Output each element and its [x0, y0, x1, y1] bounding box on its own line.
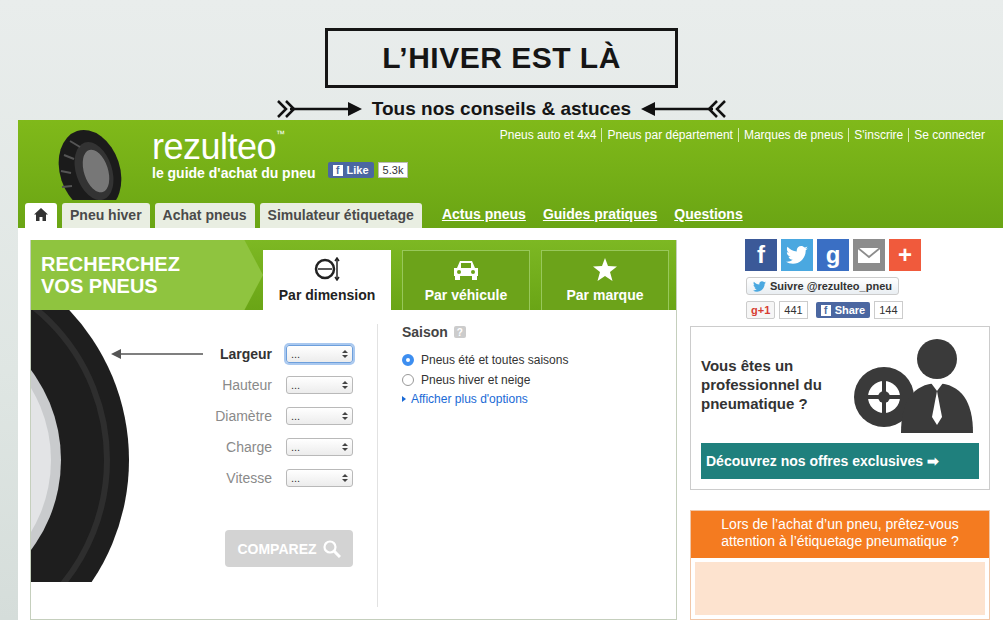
pro-text: Vous êtes un professionnel du pneumatiqu…: [701, 356, 841, 413]
field-select[interactable]: ...: [286, 376, 353, 394]
banner-subtitle: Tous nos conseils & astuces: [372, 98, 631, 120]
help-icon[interactable]: ?: [454, 326, 466, 338]
gplus-count: 441: [779, 301, 807, 319]
share-count: 144: [874, 301, 902, 319]
plus-icon[interactable]: +: [889, 239, 921, 271]
winter-banner[interactable]: L’HIVER EST LÀ Tous nos conseils & astuc…: [0, 0, 1003, 120]
share-button[interactable]: fShare: [816, 302, 871, 318]
label-promo-box[interactable]: Lors de l’achat d’un pneu, prêtez-vous a…: [690, 510, 990, 620]
brand[interactable]: rezulteo™ le guide d'achat du pneu fLike…: [152, 127, 408, 182]
radio-button[interactable]: [402, 354, 414, 366]
tire-search-panel: RECHERCHEZVOS PNEUS Par dimension Par vé…: [30, 240, 677, 620]
site-header: rezulteo™ le guide d'achat du pneu fLike…: [18, 120, 1003, 228]
offers-button[interactable]: Découvrez nos offres exclusives➡: [701, 443, 979, 479]
compare-button[interactable]: COMPAREZ: [225, 530, 353, 567]
page: L’HIVER EST LÀ Tous nos conseils & astuc…: [0, 0, 1003, 620]
search-icon: [323, 540, 341, 558]
twitter-follow-button[interactable]: Suivre @rezulteo_pneu: [746, 277, 899, 295]
more-options-link[interactable]: Afficher plus d'options: [402, 392, 568, 406]
google-icon[interactable]: g: [817, 239, 849, 271]
radio-button[interactable]: [402, 374, 414, 386]
banner-title: L’HIVER EST LÀ: [382, 41, 621, 75]
nav-tab[interactable]: Simulateur étiquetage: [260, 203, 422, 228]
social-icons: f g +: [690, 239, 990, 271]
field-label: Charge: [206, 439, 272, 455]
tagline: le guide d'achat du pneu: [152, 165, 316, 182]
tire-picture: [31, 310, 206, 582]
gplus-button[interactable]: g+1: [746, 301, 775, 319]
banner-title-box[interactable]: L’HIVER EST LÀ: [325, 28, 678, 88]
field-label: Vitesse: [206, 470, 272, 486]
nav-link[interactable]: Questions: [674, 206, 742, 222]
nav-tab[interactable]: Achat pneus: [155, 203, 255, 228]
left-arrow-icon: [639, 98, 727, 120]
dimension-field: Hauteur ...: [206, 375, 353, 395]
nav-link[interactable]: Guides pratiques: [543, 206, 657, 222]
site: rezulteo™ le guide d'achat du pneu fLike…: [18, 120, 1003, 620]
season-option[interactable]: Pneus été et toutes saisons: [402, 350, 568, 370]
nav-link[interactable]: Actus pneus: [442, 206, 526, 222]
right-arrow-icon: [276, 98, 364, 120]
search-tab[interactable]: Par dimension: [263, 250, 391, 310]
field-select[interactable]: ...: [286, 407, 353, 425]
top-link[interactable]: Pneus par département: [601, 128, 737, 142]
field-select[interactable]: ...: [286, 438, 353, 456]
banner-subtitle-row[interactable]: Tous nos conseils & astuces: [276, 98, 727, 120]
tire-logo-icon[interactable]: [50, 127, 130, 200]
car-icon: [452, 259, 480, 281]
search-tab[interactable]: Par marque: [541, 250, 669, 310]
star-icon: [593, 258, 617, 281]
like-count: 5.3k: [378, 162, 409, 178]
field-select[interactable]: ...: [286, 345, 353, 363]
facebook-icon[interactable]: f: [745, 239, 777, 271]
mail-icon[interactable]: [853, 239, 885, 271]
like-button[interactable]: fLike 5.3k: [328, 162, 409, 178]
top-link[interactable]: S'inscrire: [848, 128, 908, 142]
nav-tab[interactable]: Pneu hiver: [62, 203, 150, 228]
field-label: Hauteur: [206, 377, 272, 393]
top-link[interactable]: Se connecter: [908, 128, 990, 142]
dimension-field: Diamètre ...: [206, 406, 353, 426]
top-link[interactable]: Pneus auto et 4x4: [495, 128, 602, 142]
top-link[interactable]: Marques de pneus: [738, 128, 848, 142]
twitter-bird-icon: [753, 281, 766, 292]
field-label: Largeur: [206, 346, 272, 362]
pro-box: Vous êtes un professionnel du pneumatiqu…: [690, 326, 990, 490]
home-icon: [34, 208, 48, 221]
field-label: Diamètre: [206, 408, 272, 424]
home-tab[interactable]: [25, 203, 57, 228]
main-nav: Pneu hiverAchat pneusSimulateur étiqueta…: [18, 200, 1003, 228]
logo[interactable]: rezulteo™: [152, 127, 408, 167]
season-label: Saison ?: [402, 324, 568, 340]
season-option[interactable]: Pneus hiver et neige: [402, 370, 568, 390]
dimension-field: Vitesse ...: [206, 468, 353, 488]
dimension-field: Largeur ...: [206, 344, 353, 364]
top-links: Pneus auto et 4x4Pneus par départementMa…: [495, 127, 990, 142]
field-select[interactable]: ...: [286, 469, 353, 487]
professional-icon: [849, 335, 979, 435]
sidebar: f g + Suivre @rezulteo_pneu g+1 441 fShare…: [690, 240, 990, 620]
search-tab[interactable]: Par véhicule: [402, 250, 530, 310]
dimension-field: Charge ...: [206, 437, 353, 457]
search-title: RECHERCHEZVOS PNEUS: [31, 240, 263, 310]
twitter-icon[interactable]: [781, 239, 813, 271]
dimension-icon: [314, 257, 340, 281]
